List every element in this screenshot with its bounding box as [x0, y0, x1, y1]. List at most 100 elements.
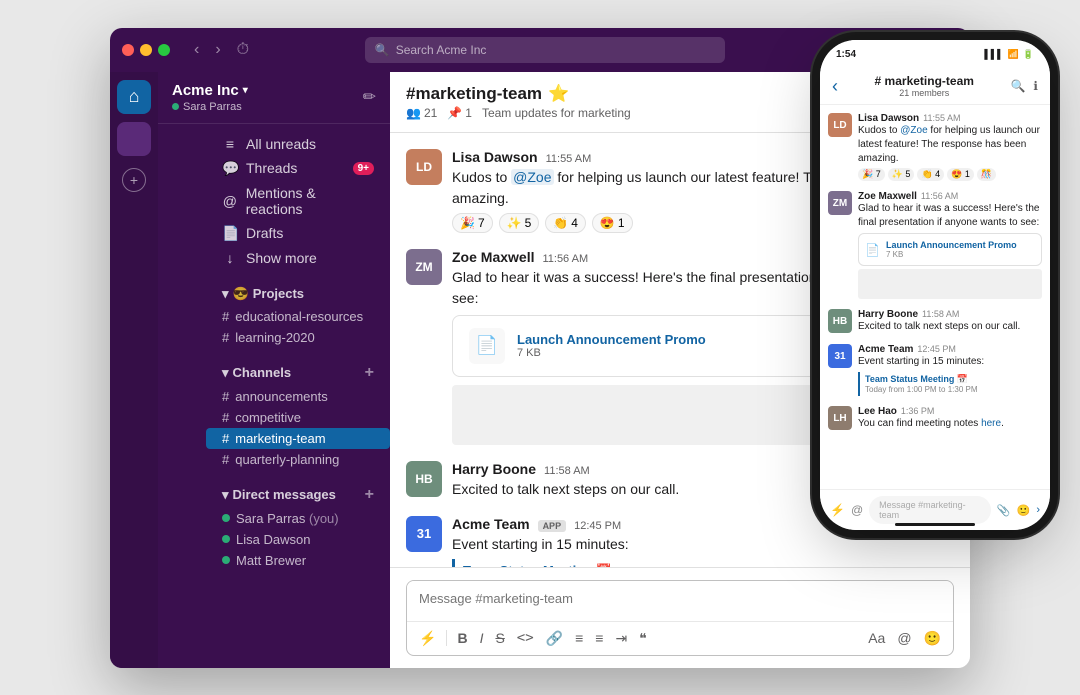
compose-button[interactable]: ✏: [363, 87, 376, 107]
chevron-right-icon: ▾: [222, 365, 229, 381]
ordered-list-button[interactable]: ≡: [573, 628, 585, 648]
phone-msg-content-5: Lee Hao 1:36 PM You can find meeting not…: [858, 406, 1042, 431]
reaction-heart-eyes[interactable]: 😍 1: [592, 213, 633, 233]
add-dm-button[interactable]: +: [365, 486, 374, 504]
section-dm[interactable]: ▾ Direct messages +: [206, 478, 390, 508]
phone-reaction-1[interactable]: 🎉 7: [858, 168, 885, 181]
emoji-button[interactable]: 🙂: [922, 628, 943, 649]
reaction-sparkle[interactable]: ✨ 5: [499, 213, 540, 233]
channel-item-competitive[interactable]: # competitive: [206, 407, 390, 428]
add-channel-button[interactable]: +: [365, 364, 374, 382]
phone-emoji-icon[interactable]: 🙂: [1017, 504, 1031, 517]
author-harry: Harry Boone: [452, 461, 536, 477]
nav-item-drafts[interactable]: 📄 Drafts: [206, 221, 390, 246]
sidebar-icon-secondary[interactable]: [117, 122, 151, 156]
channel-item-marketing[interactable]: # marketing-team: [206, 428, 390, 449]
phone-msg-1: LD Lisa Dawson 11:55 AM Kudos to @Zoe fo…: [828, 113, 1042, 181]
phone-msg-header-2: Zoe Maxwell 11:56 AM: [858, 191, 1042, 202]
workspace-user: Sara Parras: [172, 101, 248, 113]
channel-item-announcements[interactable]: # announcements: [206, 386, 390, 407]
nav-item-threads[interactable]: 💬 Threads 9+: [206, 156, 390, 181]
battery-icon: 🔋: [1023, 49, 1034, 60]
reaction-clap[interactable]: 👏 4: [545, 213, 586, 233]
bold-button[interactable]: B: [455, 628, 469, 648]
link-button[interactable]: 🔗: [544, 628, 565, 649]
phone-file-info: Launch Announcement Promo 7 KB: [886, 240, 1017, 259]
phone-avatar-lee: LH: [828, 406, 852, 430]
phone-send-icon[interactable]: ›: [1036, 504, 1040, 517]
channel-item-quarterly[interactable]: # quarterly-planning: [206, 449, 390, 470]
unordered-list-button[interactable]: ≡: [593, 628, 605, 648]
phone-reaction-2[interactable]: ✨ 5: [888, 168, 915, 181]
nav-item-mentions[interactable]: @ Mentions & reactions: [206, 181, 390, 221]
reaction-party[interactable]: 🎉 7: [452, 213, 493, 233]
phone-lightning-icon[interactable]: ⚡: [830, 503, 845, 517]
section-channels[interactable]: ▾ Channels +: [206, 356, 390, 386]
dm-item-matt[interactable]: Matt Brewer: [206, 550, 390, 571]
phone-msg-text-3: Excited to talk next steps on our call.: [858, 320, 1042, 334]
section-projects[interactable]: ▾ 😎 Projects: [206, 278, 390, 306]
phone-status-icons: ▌▌▌ 📶 🔋: [984, 49, 1034, 60]
lightning-button[interactable]: ⚡: [417, 628, 438, 649]
minimize-button[interactable]: [140, 44, 152, 56]
phone-time: 1:54: [836, 49, 856, 60]
phone-info-icon[interactable]: ℹ: [1033, 79, 1038, 93]
phone-reaction-4[interactable]: 😍 1: [947, 168, 974, 181]
channel-meta: 👥 21 📌 1 Team updates for marketing: [406, 106, 631, 120]
add-workspace-button[interactable]: +: [122, 168, 146, 192]
close-button[interactable]: [122, 44, 134, 56]
back-button[interactable]: ‹: [190, 39, 203, 61]
phone-avatar-acme: 31: [828, 344, 852, 368]
phone-notes-link[interactable]: here: [981, 418, 1001, 429]
strikethrough-button[interactable]: S: [493, 628, 506, 648]
phone-channel-title: # marketing-team: [875, 74, 974, 88]
star-icon[interactable]: ⭐: [548, 84, 569, 104]
sidebar-icon-home[interactable]: ⌂: [117, 80, 151, 114]
font-button[interactable]: Aa: [866, 628, 887, 648]
workspace-info: Acme Inc ▾ Sara Parras: [172, 82, 248, 113]
input-toolbar: ⚡ B I S <> 🔗 ≡ ≡ ⇥ ❝ Aa @ 🙂: [407, 621, 953, 655]
phone-back-button[interactable]: ‹: [832, 76, 838, 97]
nav-item-unreads[interactable]: ≡ All unreads: [206, 132, 390, 156]
phone-reaction-3[interactable]: 👏 4: [917, 168, 944, 181]
fullscreen-button[interactable]: [158, 44, 170, 56]
avatar-harry: HB: [406, 461, 442, 497]
nav-item-more[interactable]: ↓ Show more: [206, 246, 390, 270]
phone-home-bar: [895, 523, 975, 526]
phone-search-icon[interactable]: 🔍: [1010, 79, 1025, 93]
phone-msg-header-4: Acme Team 12:45 PM: [858, 344, 1042, 355]
history-button[interactable]: ⏱: [233, 39, 253, 61]
forward-button[interactable]: ›: [211, 39, 224, 61]
message-text-4: Event starting in 15 minutes:: [452, 534, 954, 555]
block-quote-button[interactable]: ❝: [637, 628, 649, 649]
phone-file-size: 7 KB: [886, 250, 1017, 259]
phone-at-icon[interactable]: @: [851, 503, 863, 517]
code-button[interactable]: <>: [515, 628, 536, 648]
wifi-icon: 📶: [1008, 49, 1019, 60]
channel-item-educational[interactable]: # educational-resources: [206, 306, 390, 327]
phone-msg-text-2: Glad to hear it was a success! Here's th…: [858, 202, 1042, 230]
phone-message-input[interactable]: Message #marketing-team: [869, 496, 991, 524]
mention-button[interactable]: @: [895, 628, 913, 648]
phone-reaction-5[interactable]: 🎊: [977, 168, 996, 181]
more-icon: ↓: [222, 250, 238, 266]
pin-count: 📌 1: [447, 106, 472, 120]
chevron-right-icon: ▾: [222, 286, 229, 302]
italic-button[interactable]: I: [478, 628, 486, 648]
channel-info: #marketing-team ⭐ 👥 21 📌 1 Te: [406, 84, 631, 120]
message-input[interactable]: [407, 581, 953, 616]
channel-item-learning[interactable]: # learning-2020: [206, 327, 390, 348]
phone-msg-2: ZM Zoe Maxwell 11:56 AM Glad to hear it …: [828, 191, 1042, 299]
author-zoe: Zoe Maxwell: [452, 249, 534, 265]
workspace-name[interactable]: Acme Inc ▾: [172, 82, 248, 99]
indent-button[interactable]: ⇥: [613, 628, 629, 649]
dm-item-sara[interactable]: Sara Parras (you): [206, 508, 390, 529]
file-attachment[interactable]: 📄 Launch Announcement Promo 7 KB: [452, 315, 832, 377]
dm-item-lisa[interactable]: Lisa Dawson: [206, 529, 390, 550]
phone-msg-content-1: Lisa Dawson 11:55 AM Kudos to @Zoe for h…: [858, 113, 1042, 181]
search-bar[interactable]: 🔍 Search Acme Inc: [365, 37, 725, 63]
phone-file[interactable]: 📄 Launch Announcement Promo 7 KB: [858, 233, 1042, 266]
phone-attach-icon[interactable]: 📎: [997, 504, 1011, 517]
phone-msg-header-5: Lee Hao 1:36 PM: [858, 406, 1042, 417]
calendar-event[interactable]: Team Status Meeting 📅 Today from 1:00 PM…: [452, 559, 954, 567]
